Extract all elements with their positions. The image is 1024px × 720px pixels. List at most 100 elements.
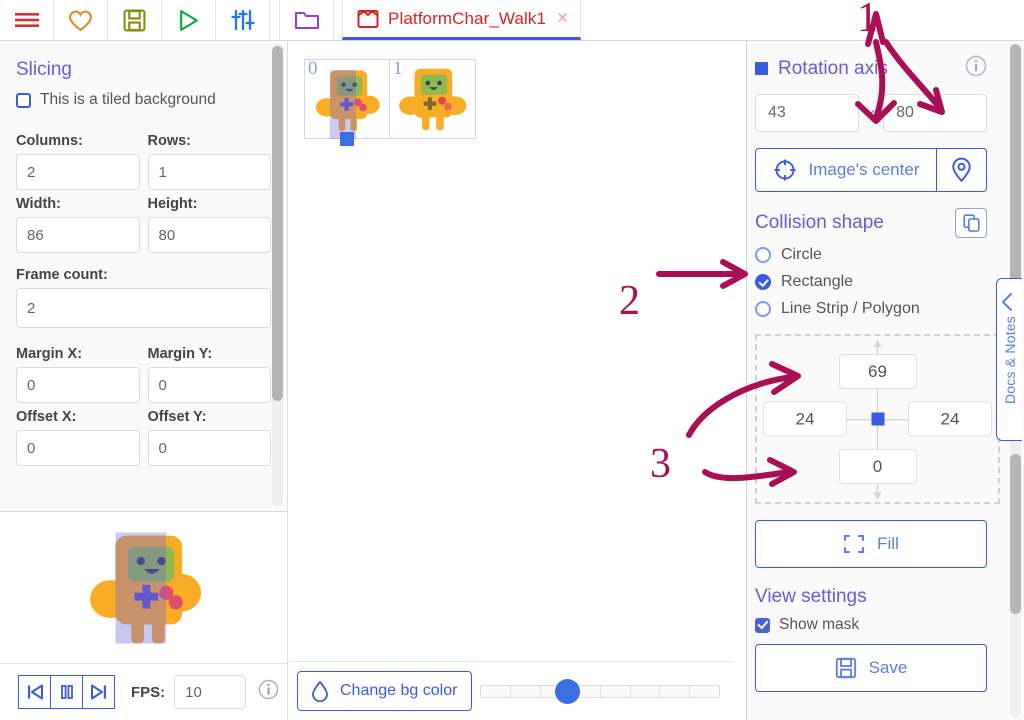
show-mask-checkbox[interactable] bbox=[755, 617, 770, 633]
padding-right-input[interactable]: 24 bbox=[908, 401, 992, 437]
preview-stage bbox=[0, 512, 287, 663]
right-panel-scrollbar-thumb-bottom[interactable] bbox=[1010, 454, 1021, 614]
play-icon-button[interactable] bbox=[162, 0, 216, 40]
zoom-slider-knob[interactable] bbox=[554, 679, 580, 704]
tiled-background-label: This is a tiled background bbox=[40, 91, 216, 108]
margin-x-input[interactable]: 0 bbox=[16, 367, 140, 403]
circle-radio[interactable] bbox=[755, 247, 771, 263]
zoom-slider-track[interactable] bbox=[480, 685, 720, 698]
padding-left-input[interactable]: 24 bbox=[763, 401, 847, 437]
rotation-axis-title: Rotation axis bbox=[778, 57, 888, 79]
fps-info-icon[interactable] bbox=[258, 679, 279, 705]
collision-shape-header: Collision shape bbox=[755, 208, 987, 238]
columns-input[interactable]: 2 bbox=[16, 154, 140, 190]
right-panel-scrollbar-thumb-top[interactable] bbox=[1010, 44, 1021, 294]
docs-and-notes-tab[interactable]: Docs & Notes bbox=[996, 278, 1022, 441]
padding-top-input[interactable]: 69 bbox=[838, 354, 917, 389]
save-icon-button[interactable] bbox=[108, 0, 162, 40]
settings-sliders-icon-button[interactable] bbox=[216, 0, 270, 40]
columns-label: Columns: bbox=[16, 133, 83, 149]
left-panel-scrollbar[interactable] bbox=[272, 44, 283, 506]
fill-button[interactable]: Fill bbox=[755, 520, 987, 568]
tiled-background-row[interactable]: This is a tiled background bbox=[16, 91, 271, 109]
first-frame-icon bbox=[27, 684, 43, 700]
docs-and-notes-label: Docs & Notes bbox=[1001, 315, 1018, 404]
settings-sliders-icon bbox=[230, 9, 255, 31]
line-strip-polygon-radio[interactable] bbox=[755, 301, 771, 317]
frame-index-label: 0 bbox=[308, 58, 318, 79]
tiled-background-checkbox[interactable] bbox=[16, 92, 31, 108]
offset-y-input[interactable]: 0 bbox=[147, 430, 271, 466]
sprite-canvas[interactable]: 0 1 bbox=[289, 41, 734, 661]
tab-platformchar-walk1[interactable]: PlatformChar_Walk1 × bbox=[342, 0, 582, 40]
margin-y-input[interactable]: 0 bbox=[147, 367, 271, 403]
menu-icon bbox=[14, 13, 39, 27]
next-frame-button[interactable] bbox=[82, 675, 115, 709]
rotation-axis-y-input[interactable]: 80 bbox=[883, 94, 987, 132]
collision-bounds-editor: 69 24 24 0 bbox=[755, 334, 1000, 504]
floppy-disk-icon bbox=[835, 657, 856, 679]
change-bg-color-button[interactable]: Change bg color bbox=[297, 671, 473, 711]
rotation-axis-fields: 43 × 80 bbox=[755, 94, 987, 132]
image-center-button[interactable]: Image's center bbox=[755, 148, 937, 192]
image-center-label: Image's center bbox=[808, 160, 920, 179]
width-label: Width: bbox=[16, 196, 61, 212]
margin-y-label: Margin Y: bbox=[147, 346, 213, 362]
margin-x-label: Margin X: bbox=[16, 346, 83, 362]
rectangle-radio[interactable] bbox=[755, 274, 771, 290]
change-bg-color-label: Change bg color bbox=[340, 682, 458, 699]
image-file-icon bbox=[357, 9, 379, 28]
canvas-bottom-bar: Change bg color bbox=[289, 661, 734, 720]
pause-button[interactable] bbox=[50, 675, 83, 709]
menu-icon-button[interactable] bbox=[0, 0, 54, 40]
offset-x-input[interactable]: 0 bbox=[16, 430, 140, 466]
collision-option-linestrip[interactable]: Line Strip / Polygon bbox=[755, 300, 987, 318]
height-label: Height: bbox=[147, 196, 198, 212]
folder-icon-button[interactable] bbox=[280, 0, 334, 40]
padding-center-handle[interactable] bbox=[871, 412, 884, 426]
collision-option-circle[interactable]: Circle bbox=[755, 246, 987, 264]
rows-label: Rows: bbox=[147, 133, 192, 149]
frame-count-label: Frame count: bbox=[16, 267, 108, 283]
copy-collision-shape-button[interactable] bbox=[955, 208, 987, 238]
folder-icon bbox=[294, 12, 319, 29]
offset-y-label: Offset Y: bbox=[147, 409, 207, 425]
rotation-axis-x-input[interactable]: 43 bbox=[755, 94, 859, 132]
view-settings-title: View settings bbox=[755, 586, 867, 607]
frame-0-mask[interactable] bbox=[330, 70, 356, 139]
fps-input[interactable]: 10 bbox=[174, 675, 247, 709]
circle-label: Circle bbox=[781, 246, 822, 263]
rotation-axis-swatch bbox=[755, 62, 768, 75]
width-input[interactable]: 86 bbox=[16, 217, 140, 253]
close-icon[interactable]: × bbox=[555, 9, 570, 28]
collision-option-rectangle[interactable]: Rectangle bbox=[755, 273, 987, 291]
properties-panel: Rotation axis 43 × 80 Image's center Col… bbox=[746, 41, 1024, 720]
frame-count-input[interactable]: 2 bbox=[16, 288, 271, 328]
height-input[interactable]: 80 bbox=[147, 217, 271, 253]
axis-separator: × bbox=[866, 105, 876, 121]
sprite-frame-0[interactable]: 0 bbox=[304, 58, 390, 146]
rotation-axis-info-icon[interactable] bbox=[965, 55, 987, 82]
droplet-icon bbox=[312, 681, 328, 702]
zoom-slider[interactable] bbox=[480, 679, 720, 704]
preview-sprite bbox=[89, 532, 201, 643]
left-panel-scrollbar-thumb[interactable] bbox=[272, 46, 283, 401]
rectangle-label: Rectangle bbox=[781, 273, 854, 290]
sprite-frame-1[interactable]: 1 bbox=[390, 58, 476, 139]
favorite-icon-button[interactable] bbox=[54, 0, 108, 40]
save-button[interactable]: Save bbox=[755, 644, 987, 692]
copy-icon bbox=[962, 214, 980, 232]
pick-axis-point-button[interactable] bbox=[937, 148, 987, 192]
show-mask-row[interactable]: Show mask bbox=[755, 616, 987, 634]
first-frame-button[interactable] bbox=[18, 675, 51, 709]
line-strip-polygon-label: Line Strip / Polygon bbox=[781, 300, 920, 317]
top-toolbar: PlatformChar_Walk1 × bbox=[0, 0, 1024, 41]
fill-crop-icon bbox=[844, 535, 865, 553]
padding-bottom-input[interactable]: 0 bbox=[838, 449, 917, 484]
tab-title: PlatformChar_Walk1 bbox=[388, 8, 546, 28]
rows-input[interactable]: 1 bbox=[147, 154, 271, 190]
frame-strip: 0 1 bbox=[304, 58, 476, 146]
frame-0-mask-handle[interactable] bbox=[340, 132, 354, 146]
crosshair-icon bbox=[774, 159, 796, 181]
fill-label: Fill bbox=[877, 534, 899, 553]
